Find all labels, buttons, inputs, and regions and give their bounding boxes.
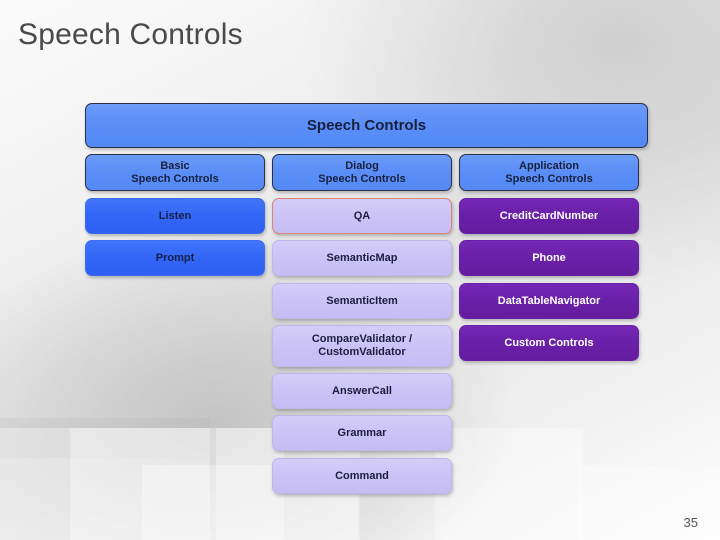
node-creditcardnumber: CreditCardNumber [459,198,639,234]
node-semanticitem: SemanticItem [272,283,452,319]
node-qa: QA [272,198,452,234]
diagram-header-box: Speech Controls [85,103,648,148]
column-header-dialog-text: Dialog Speech Controls [318,159,406,185]
page-number: 35 [683,515,698,530]
node-phone: Phone [459,240,639,276]
node-compare-custom-validator: CompareValidator / CustomValidator [272,325,452,367]
column-header-application: Application Speech Controls [459,154,639,191]
node-datatablenavigator: DataTableNavigator [459,283,639,319]
node-prompt: Prompt [85,240,265,276]
page-title: Speech Controls [18,18,243,51]
node-custom-controls: Custom Controls [459,325,639,361]
column-header-dialog: Dialog Speech Controls [272,154,452,191]
column-header-basic-text: Basic Speech Controls [131,159,219,185]
column-header-application-text: Application Speech Controls [505,159,593,185]
node-semanticmap: SemanticMap [272,240,452,276]
node-answercall: AnswerCall [272,373,452,409]
node-compare-custom-validator-text: CompareValidator / CustomValidator [311,333,413,358]
node-command: Command [272,458,452,494]
node-grammar: Grammar [272,415,452,451]
column-header-basic: Basic Speech Controls [85,154,265,191]
speech-controls-diagram: Speech Controls Basic Speech Controls Di… [85,103,648,503]
node-listen: Listen [85,198,265,234]
